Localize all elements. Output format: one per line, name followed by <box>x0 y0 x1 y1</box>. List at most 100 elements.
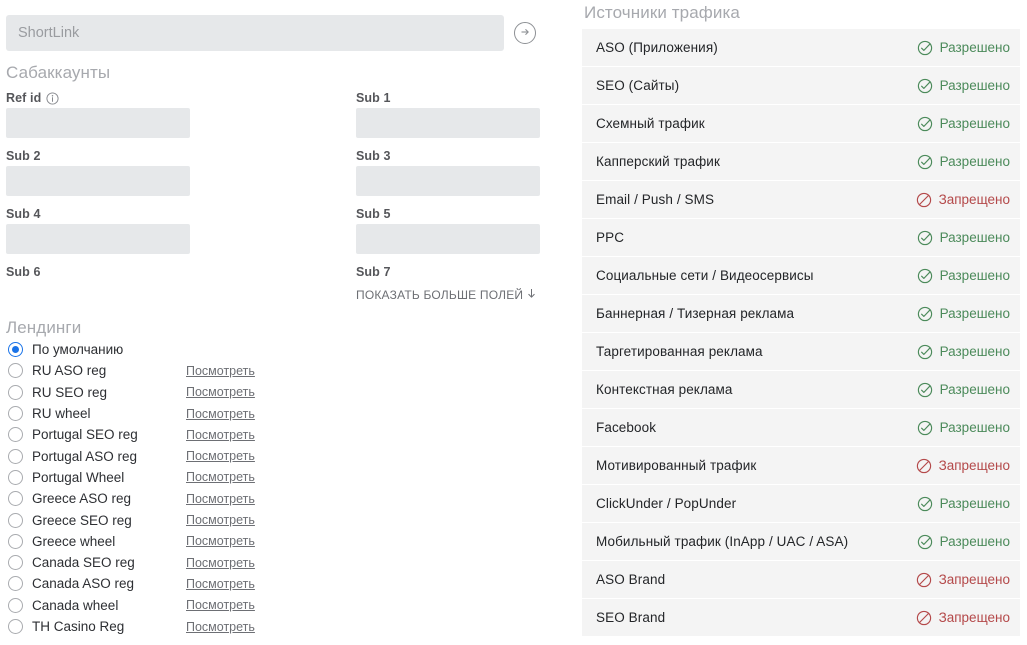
field-ref-id: Ref id <box>0 88 190 146</box>
landing-preview-link[interactable]: Посмотреть <box>186 556 255 570</box>
forbidden-icon <box>916 610 932 626</box>
radio-unselected-icon[interactable] <box>8 555 23 571</box>
landing-item[interactable]: Canada SEO reg Посмотреть <box>0 552 300 573</box>
traffic-source-status: Запрещено <box>916 572 1010 588</box>
field-label-wrap: Ref id <box>0 88 190 108</box>
sub-2-input[interactable] <box>6 166 190 196</box>
subaccount-row: Sub 6 Sub 7 ПОКАЗАТЬ БОЛЬШЕ ПОЛЕЙ <box>0 262 560 304</box>
landing-item[interactable]: По умолчанию <box>0 339 300 360</box>
traffic-source-row: Социальные сети / Видеосервисы Разрешено <box>582 257 1020 295</box>
landing-item[interactable]: Canada wheel Посмотреть <box>0 595 300 616</box>
landing-item[interactable]: Portugal Wheel Посмотреть <box>0 467 300 488</box>
check-circle-icon <box>917 420 933 436</box>
radio-unselected-icon[interactable] <box>8 363 23 379</box>
check-circle-icon <box>917 496 933 512</box>
link-generator-page: Сабаккаунты Ref id <box>0 0 1027 645</box>
traffic-source-status: Разрешено <box>917 382 1010 398</box>
landing-item[interactable]: Portugal SEO reg Посмотреть <box>0 424 300 445</box>
landing-preview-link[interactable]: Посмотреть <box>186 492 255 506</box>
subaccounts-heading: Сабаккаунты <box>6 63 111 82</box>
radio-unselected-icon[interactable] <box>8 448 23 464</box>
landing-item[interactable]: Portugal ASO reg Посмотреть <box>0 445 300 466</box>
field-label: Sub 3 <box>356 149 391 163</box>
traffic-source-name: Email / Push / SMS <box>596 192 715 207</box>
landings-list: По умолчанию RU ASO reg Посмотреть RU SEO r… <box>0 339 300 637</box>
landing-item-label: Portugal Wheel <box>32 469 125 485</box>
landing-preview-link[interactable]: Посмотреть <box>186 407 255 421</box>
landing-preview-link[interactable]: Посмотреть <box>186 428 255 442</box>
forbidden-icon <box>916 572 932 588</box>
traffic-source-row: Таргетированная реклама Разрешено <box>582 333 1020 371</box>
landing-preview-link[interactable]: Посмотреть <box>186 364 255 378</box>
field-sub-4: Sub 4 <box>0 204 190 262</box>
radio-unselected-icon[interactable] <box>8 427 23 443</box>
landing-item-label: Greece ASO reg <box>32 491 132 507</box>
traffic-source-row: Facebook Разрешено <box>582 409 1020 447</box>
radio-unselected-icon[interactable] <box>8 576 23 592</box>
landing-preview-link[interactable]: Посмотреть <box>186 577 255 591</box>
sub-3-input[interactable] <box>356 166 540 196</box>
landing-preview-link[interactable]: Посмотреть <box>186 598 255 612</box>
landing-item[interactable]: RU ASO reg Посмотреть <box>0 360 300 381</box>
landing-preview-link[interactable]: Посмотреть <box>186 534 255 548</box>
field-label: Ref id <box>6 91 42 105</box>
radio-selected-icon[interactable] <box>8 342 23 358</box>
check-circle-icon <box>917 344 933 360</box>
landing-item[interactable]: Greece ASO reg Посмотреть <box>0 488 300 509</box>
traffic-source-status: Разрешено <box>917 534 1010 550</box>
sub-1-input[interactable] <box>356 108 540 138</box>
radio-unselected-icon[interactable] <box>8 512 23 528</box>
shortlink-submit-button[interactable] <box>514 22 536 44</box>
sub-5-input[interactable] <box>356 224 540 254</box>
traffic-sources-table: ASO (Приложения) Разрешено SEO (Сайты) Разр… <box>582 28 1020 637</box>
landing-item[interactable]: Canada ASO reg Посмотреть <box>0 573 300 594</box>
field-sub-1: Sub 1 <box>356 88 546 146</box>
show-more-fields-button[interactable]: ПОКАЗАТЬ БОЛЬШЕ ПОЛЕЙ <box>356 288 537 302</box>
traffic-source-status: Разрешено <box>917 40 1010 56</box>
info-icon[interactable] <box>46 91 59 105</box>
traffic-source-name: SEO Brand <box>596 610 666 625</box>
forbidden-icon <box>916 458 932 474</box>
landing-item-label: Portugal SEO reg <box>32 427 138 443</box>
landing-item-label: Canada SEO reg <box>32 555 135 571</box>
landing-item-label: Greece wheel <box>32 533 116 549</box>
traffic-source-row: Email / Push / SMS Запрещено <box>582 181 1020 219</box>
traffic-source-status-label: Запрещено <box>938 610 1010 625</box>
landing-preview-link[interactable]: Посмотреть <box>186 449 255 463</box>
landing-item[interactable]: Greece SEO reg Посмотреть <box>0 509 300 530</box>
landing-preview-link[interactable]: Посмотреть <box>186 385 255 399</box>
traffic-source-name: Баннерная / Тизерная реклама <box>596 306 795 321</box>
traffic-source-name: Капперский трафик <box>596 154 720 169</box>
traffic-source-status-label: Разрешено <box>939 40 1010 55</box>
radio-unselected-icon[interactable] <box>8 491 23 507</box>
landing-item[interactable]: Greece wheel Посмотреть <box>0 531 300 552</box>
radio-unselected-icon[interactable] <box>8 533 23 549</box>
traffic-source-row: ASO (Приложения) Разрешено <box>582 29 1020 67</box>
radio-unselected-icon[interactable] <box>8 619 23 634</box>
landing-item[interactable]: TH Casino Reg Посмотреть <box>0 616 300 637</box>
traffic-source-name: SEO (Сайты) <box>596 78 680 93</box>
landing-preview-link[interactable]: Посмотреть <box>186 470 255 484</box>
landing-item[interactable]: RU SEO reg Посмотреть <box>0 382 300 403</box>
traffic-source-status-label: Разрешено <box>939 306 1010 321</box>
traffic-source-name: PPC <box>596 230 625 245</box>
check-circle-icon <box>917 154 933 170</box>
radio-unselected-icon[interactable] <box>8 597 23 613</box>
field-sub-3: Sub 3 <box>356 146 546 204</box>
landing-preview-link[interactable]: Посмотреть <box>186 620 255 634</box>
traffic-source-status: Разрешено <box>917 306 1010 322</box>
show-more-fields-label: ПОКАЗАТЬ БОЛЬШЕ ПОЛЕЙ <box>356 288 524 302</box>
landing-preview-link[interactable]: Посмотреть <box>186 513 255 527</box>
sub-4-input[interactable] <box>6 224 190 254</box>
radio-unselected-icon[interactable] <box>8 406 23 422</box>
landing-item[interactable]: RU wheel Посмотреть <box>0 403 300 424</box>
landing-item-label: По умолчанию <box>32 342 124 358</box>
ref-id-input[interactable] <box>6 108 190 138</box>
traffic-source-name: Схемный трафик <box>596 116 705 131</box>
subaccount-row: Ref id Sub 1 <box>0 88 560 146</box>
radio-unselected-icon[interactable] <box>8 384 23 400</box>
radio-unselected-icon[interactable] <box>8 469 23 485</box>
shortlink-input[interactable] <box>6 15 504 51</box>
arrow-right-circle-icon <box>519 26 531 41</box>
field-label: Sub 1 <box>356 91 391 105</box>
